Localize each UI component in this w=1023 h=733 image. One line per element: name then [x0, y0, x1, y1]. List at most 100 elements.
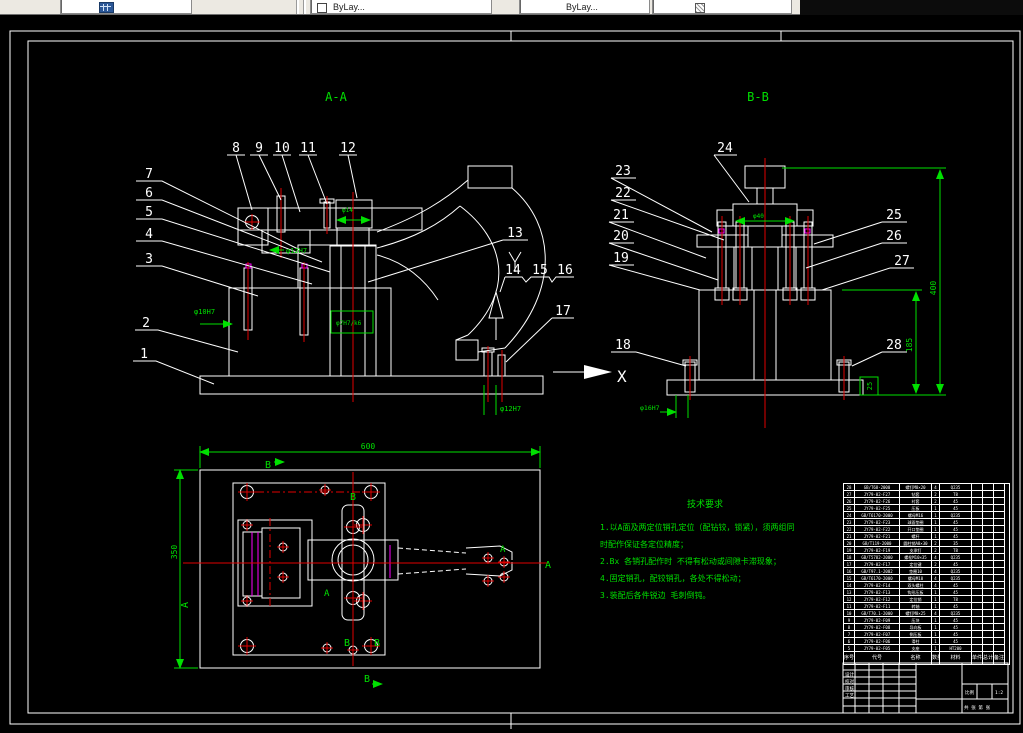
bom-header-name: 名称 [900, 652, 932, 664]
bom-cell [983, 540, 994, 547]
bom-cell: T8 [940, 596, 972, 603]
bom-cell: 17 [844, 561, 855, 568]
bom-cell [983, 575, 994, 582]
bom-cell: 支座 [900, 645, 932, 652]
bom-cell: JY79-02-F09 [855, 617, 900, 624]
bom-header-unit: 单件 [972, 652, 983, 664]
bom-cell: 1 [932, 505, 940, 512]
dim-nut-dia: φ40 [753, 213, 764, 220]
bom-cell: 45 [940, 603, 972, 610]
bom-cell [994, 624, 1005, 631]
bom-header-material: 材料 [940, 652, 972, 664]
technical-note-line: 4.固定销孔，配铰销孔，各处不得松动； [600, 574, 746, 583]
bom-cell: 1 [932, 533, 940, 540]
bom-cell: GB/T70.1-2000 [855, 610, 900, 617]
callout-14: 14 [505, 263, 521, 278]
bom-cell: HT200 [940, 645, 972, 652]
bom-cell: JY79-02-F12 [855, 596, 900, 603]
bom-cell: 22 [844, 526, 855, 533]
bom-cell [983, 505, 994, 512]
bom-cell [994, 575, 1005, 582]
bom-cell [983, 547, 994, 554]
title-block-check-label: 校对 [845, 678, 854, 685]
bom-cell [994, 617, 1005, 624]
callout-3: 3 [145, 252, 153, 267]
callout-26: 26 [886, 229, 902, 244]
bom-row: 21 JY79-02-F21 螺杆 1 45 [844, 533, 1009, 540]
bom-cell: 1 [932, 638, 940, 645]
bom-cell: 13 [844, 589, 855, 596]
bom-cell [972, 603, 983, 610]
callout-16: 16 [557, 263, 573, 278]
bom-cell: 16 [844, 568, 855, 575]
bom-cell [994, 603, 1005, 610]
bom-cell [972, 617, 983, 624]
bom-cell: 45 [940, 526, 972, 533]
callout-leaders-bb [608, 154, 914, 367]
dim-pin-left: φ10H7 [194, 308, 215, 316]
bom-cell: JY79-02-F06 [855, 638, 900, 645]
bom-cell: 4 [932, 484, 940, 491]
bom-row: 18 GB/T5782-2000 螺栓M10×35 4 Q235 [844, 554, 1009, 561]
bom-cell: 15 [844, 575, 855, 582]
callout-5: 5 [145, 205, 153, 220]
bom-cell [983, 554, 994, 561]
bom-cell: 45 [940, 498, 972, 505]
bom-cell: 螺母M10 [900, 575, 932, 582]
callout-6: 6 [145, 186, 153, 201]
bom-cell: 滑柱 [900, 638, 932, 645]
callout-12: 12 [340, 141, 356, 156]
bom-cell: 21 [844, 533, 855, 540]
bom-cell: 45 [940, 519, 972, 526]
title-block-audit-label: 审核 [845, 685, 854, 692]
bom-cell: 5 [844, 645, 855, 652]
bom-row: 17 JY79-02-F17 定位键 2 45 [844, 561, 1009, 568]
dim-base-height: 185 [905, 338, 914, 353]
bom-cell [994, 498, 1005, 505]
bom-cell: 45 [940, 589, 972, 596]
bom-cell: 螺钉M8×20 [900, 484, 932, 491]
bom-row: 13 JY79-02-F13 钩形压板 1 45 [844, 589, 1009, 596]
bom-row: 5 JY79-02-F05 支座 1 HT200 [844, 645, 1009, 652]
bom-cell: 1 [932, 512, 940, 519]
bom-row: 15 GB/T6170-2000 螺母M10 4 Q235 [844, 575, 1009, 582]
section-a-title: A-A [325, 90, 347, 104]
bom-cell: 1 [932, 645, 940, 652]
bom-cell: 1 [932, 519, 940, 526]
bom-cell: 螺母M16 [900, 512, 932, 519]
bom-cell: Q235 [940, 484, 972, 491]
bom-cell: 2 [932, 547, 940, 554]
callout-17: 17 [555, 304, 571, 319]
bom-row: 6 JY79-02-F06 滑柱 1 45 [844, 638, 1009, 645]
bom-row: 25 JY79-02-F25 压板 1 45 [844, 505, 1009, 512]
technical-notes: 技术要求 1.以A面及两定位销孔定位（配钻铰，锁紧），须两组同 时配作保证各定位… [600, 497, 815, 604]
plan-mark-b-inner-bottom: B [344, 638, 350, 649]
bom-row: 10 GB/T70.1-2000 螺钉M8×25 4 Q235 [844, 610, 1009, 617]
bom-cell: JY79-02-F14 [855, 582, 900, 589]
bom-cell: GB/T5782-2000 [855, 554, 900, 561]
bom-cell: Q235 [940, 575, 972, 582]
callout-2: 2 [142, 316, 150, 331]
dim-pin-mid: φ12H7 [286, 247, 307, 255]
section-b-title: B-B [747, 90, 769, 104]
bom-cell: 螺钉M8×25 [900, 610, 932, 617]
bom-row: 16 GB/T97.1-2002 垫圈10 4 Q235 [844, 568, 1009, 575]
bom-cell: 1 [932, 624, 940, 631]
plan-mark-b-top: B [265, 460, 271, 471]
bom-row: 7 JY79-02-F07 侧压板 1 45 [844, 631, 1009, 638]
bom-cell [972, 645, 983, 652]
technical-note-line: 时配作保证各定位精度； [600, 540, 688, 549]
bom-cell [983, 512, 994, 519]
bom-cell: 1 [932, 617, 940, 624]
plan-mark-b-lower: B [364, 674, 370, 685]
bom-cell: 4 [932, 610, 940, 617]
dim-arm-dia: φ14 [342, 207, 353, 214]
bom-cell: 45 [940, 582, 972, 589]
bom-cell [983, 484, 994, 491]
bom-cell: 4 [932, 575, 940, 582]
bom-cell: JY79-02-F17 [855, 561, 900, 568]
title-block-scale-label: 比例 [965, 689, 974, 696]
bom-header-row: 序号 代号 名称 数量 材料 单件 总计 备注 [844, 652, 1009, 664]
bom-cell: 45 [940, 631, 972, 638]
dim-pin-bottom-b: φ16H7 [640, 404, 660, 412]
